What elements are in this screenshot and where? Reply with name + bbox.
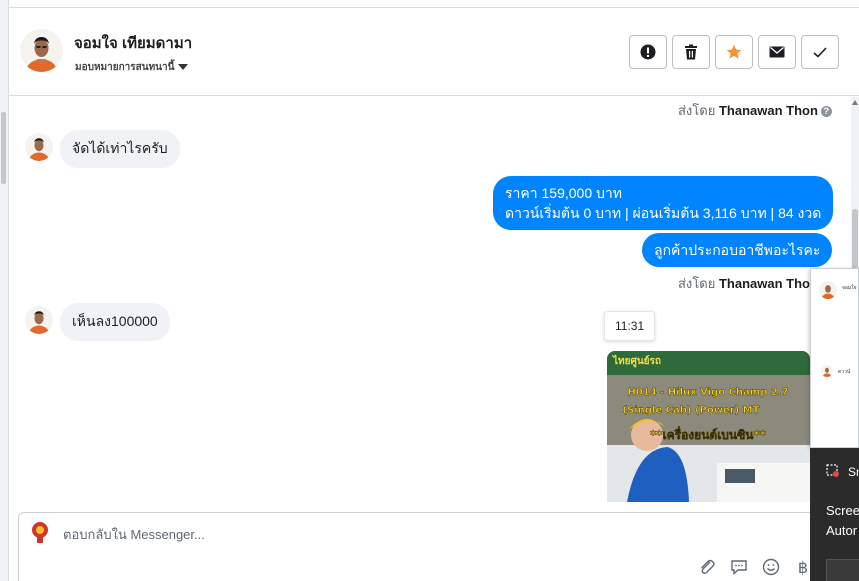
- incoming-message[interactable]: จัดได้เท่าไรครับ: [60, 130, 180, 168]
- mark-unread-button[interactable]: [758, 35, 796, 69]
- avatar-image: [819, 281, 837, 299]
- star-button[interactable]: [715, 35, 753, 69]
- snip-line: Scree: [826, 503, 859, 518]
- delete-button[interactable]: [672, 35, 710, 69]
- snipping-tool-notification[interactable]: Sn Scree Autor: [810, 448, 859, 581]
- check-icon: [813, 46, 827, 58]
- envelope-icon: [769, 46, 785, 58]
- contact-avatar[interactable]: [20, 29, 63, 72]
- paperclip-icon: [701, 559, 715, 574]
- image-attachment[interactable]: ไทยศูนย์รถ H014 - Hilux Vigo Champ 2.7 (…: [607, 351, 810, 502]
- popup-avatar: [819, 281, 837, 299]
- sent-by-prefix: ส่งโดย: [678, 276, 716, 291]
- mark-done-button[interactable]: [801, 35, 839, 69]
- inbox-conversation-view: จอมใจ เทียมดามา มอบหมายการสนทนานี้ ส่งโด…: [0, 0, 859, 581]
- contact-avatar-small[interactable]: [25, 133, 53, 161]
- contact-name: จอมใจ เทียมดามา: [74, 35, 193, 52]
- timestamp-tooltip: 11:31: [604, 311, 656, 341]
- header-actions: [629, 35, 839, 69]
- snip-title: Sn: [848, 465, 859, 479]
- snip-body: Scree Autor: [826, 501, 859, 541]
- snip-action-button[interactable]: [826, 559, 859, 581]
- star-icon: [726, 44, 742, 59]
- snipping-tool-icon: [826, 464, 839, 477]
- sender-name: Thanawan Thon: [718, 276, 818, 291]
- sent-by-label: ส่งโดย Thanawan Thon: [678, 273, 818, 294]
- avatar-image: [25, 133, 53, 161]
- incoming-message[interactable]: เห็นลง100000: [60, 303, 170, 341]
- avatar-image: [25, 306, 53, 334]
- image-title-line1: H014 - Hilux Vigo Champ 2.7: [627, 387, 788, 398]
- snip-line: Autor: [826, 523, 858, 538]
- emoji-button[interactable]: [761, 557, 781, 577]
- conversation-header: จอมใจ เทียมดามา มอบหมายการสนทนานี้: [9, 9, 859, 96]
- help-icon[interactable]: ?: [820, 106, 832, 117]
- assign-conversation-dropdown[interactable]: มอบหมายการสนทนานี้: [75, 60, 189, 75]
- avatar-image: [821, 365, 833, 377]
- sent-by-label: ส่งโดย Thanawan Thon?: [678, 100, 832, 121]
- smiley-icon: [762, 558, 780, 576]
- popup-avatar-small: [821, 365, 833, 377]
- popup-text: จอมใจ: [842, 285, 857, 291]
- composer-tools: ฿: [697, 557, 813, 577]
- page-logo-icon: [28, 520, 52, 544]
- popup-text: ดาวน์: [838, 369, 851, 375]
- contact-avatar-small[interactable]: [25, 306, 53, 334]
- left-scrollbar-thumb[interactable]: [1, 112, 6, 184]
- reply-composer: ฿: [18, 512, 818, 581]
- message-thread: ส่งโดย Thanawan Thon? จัดได้เท่าไรครับ ร…: [9, 97, 851, 502]
- caret-down-icon: [178, 64, 189, 71]
- baht-icon: ฿: [797, 557, 809, 577]
- alert-icon: [640, 44, 656, 60]
- image-header-text: ไทยศูนย์รถ: [612, 354, 661, 368]
- page-avatar: [28, 520, 52, 544]
- trash-icon: [685, 44, 697, 60]
- sent-by-prefix: ส่งโดย: [678, 103, 716, 118]
- top-border: [9, 0, 859, 8]
- reply-input[interactable]: [63, 527, 663, 542]
- vehicle-promo-image: ไทยศูนย์รถ H014 - Hilux Vigo Champ 2.7 (…: [607, 351, 810, 502]
- scroll-up-icon[interactable]: [852, 100, 858, 105]
- outgoing-message[interactable]: ลูกค้าประกอบอาชีพอะไรคะ: [642, 233, 833, 267]
- saved-replies-button[interactable]: [729, 557, 749, 577]
- message-line: ราคา 159,000 บาท: [505, 185, 622, 201]
- sender-name: Thanawan Thon: [718, 103, 818, 118]
- left-scrollbar[interactable]: [0, 0, 9, 581]
- chat-bubble-icon: [731, 560, 747, 576]
- attach-button[interactable]: [697, 557, 717, 577]
- notification-preview-popup[interactable]: จอมใจ ดาวน์: [810, 268, 859, 448]
- message-line: ดาวน์เริ่มต้น 0 บาท | ผ่อนเริ่มต้น 3,116…: [505, 205, 822, 221]
- outgoing-message[interactable]: ราคา 159,000 บาท ดาวน์เริ่มต้น 0 บาท | ผ…: [493, 176, 834, 230]
- contact-avatar-image: [20, 29, 63, 72]
- image-title-line2: (Single Cab) (Power) MT: [622, 405, 759, 416]
- spam-button[interactable]: [629, 35, 667, 69]
- assign-label: มอบหมายการสนทนานี้: [75, 62, 175, 73]
- image-title-line3: **เครื่องยนต์เบนซิน**: [650, 426, 767, 442]
